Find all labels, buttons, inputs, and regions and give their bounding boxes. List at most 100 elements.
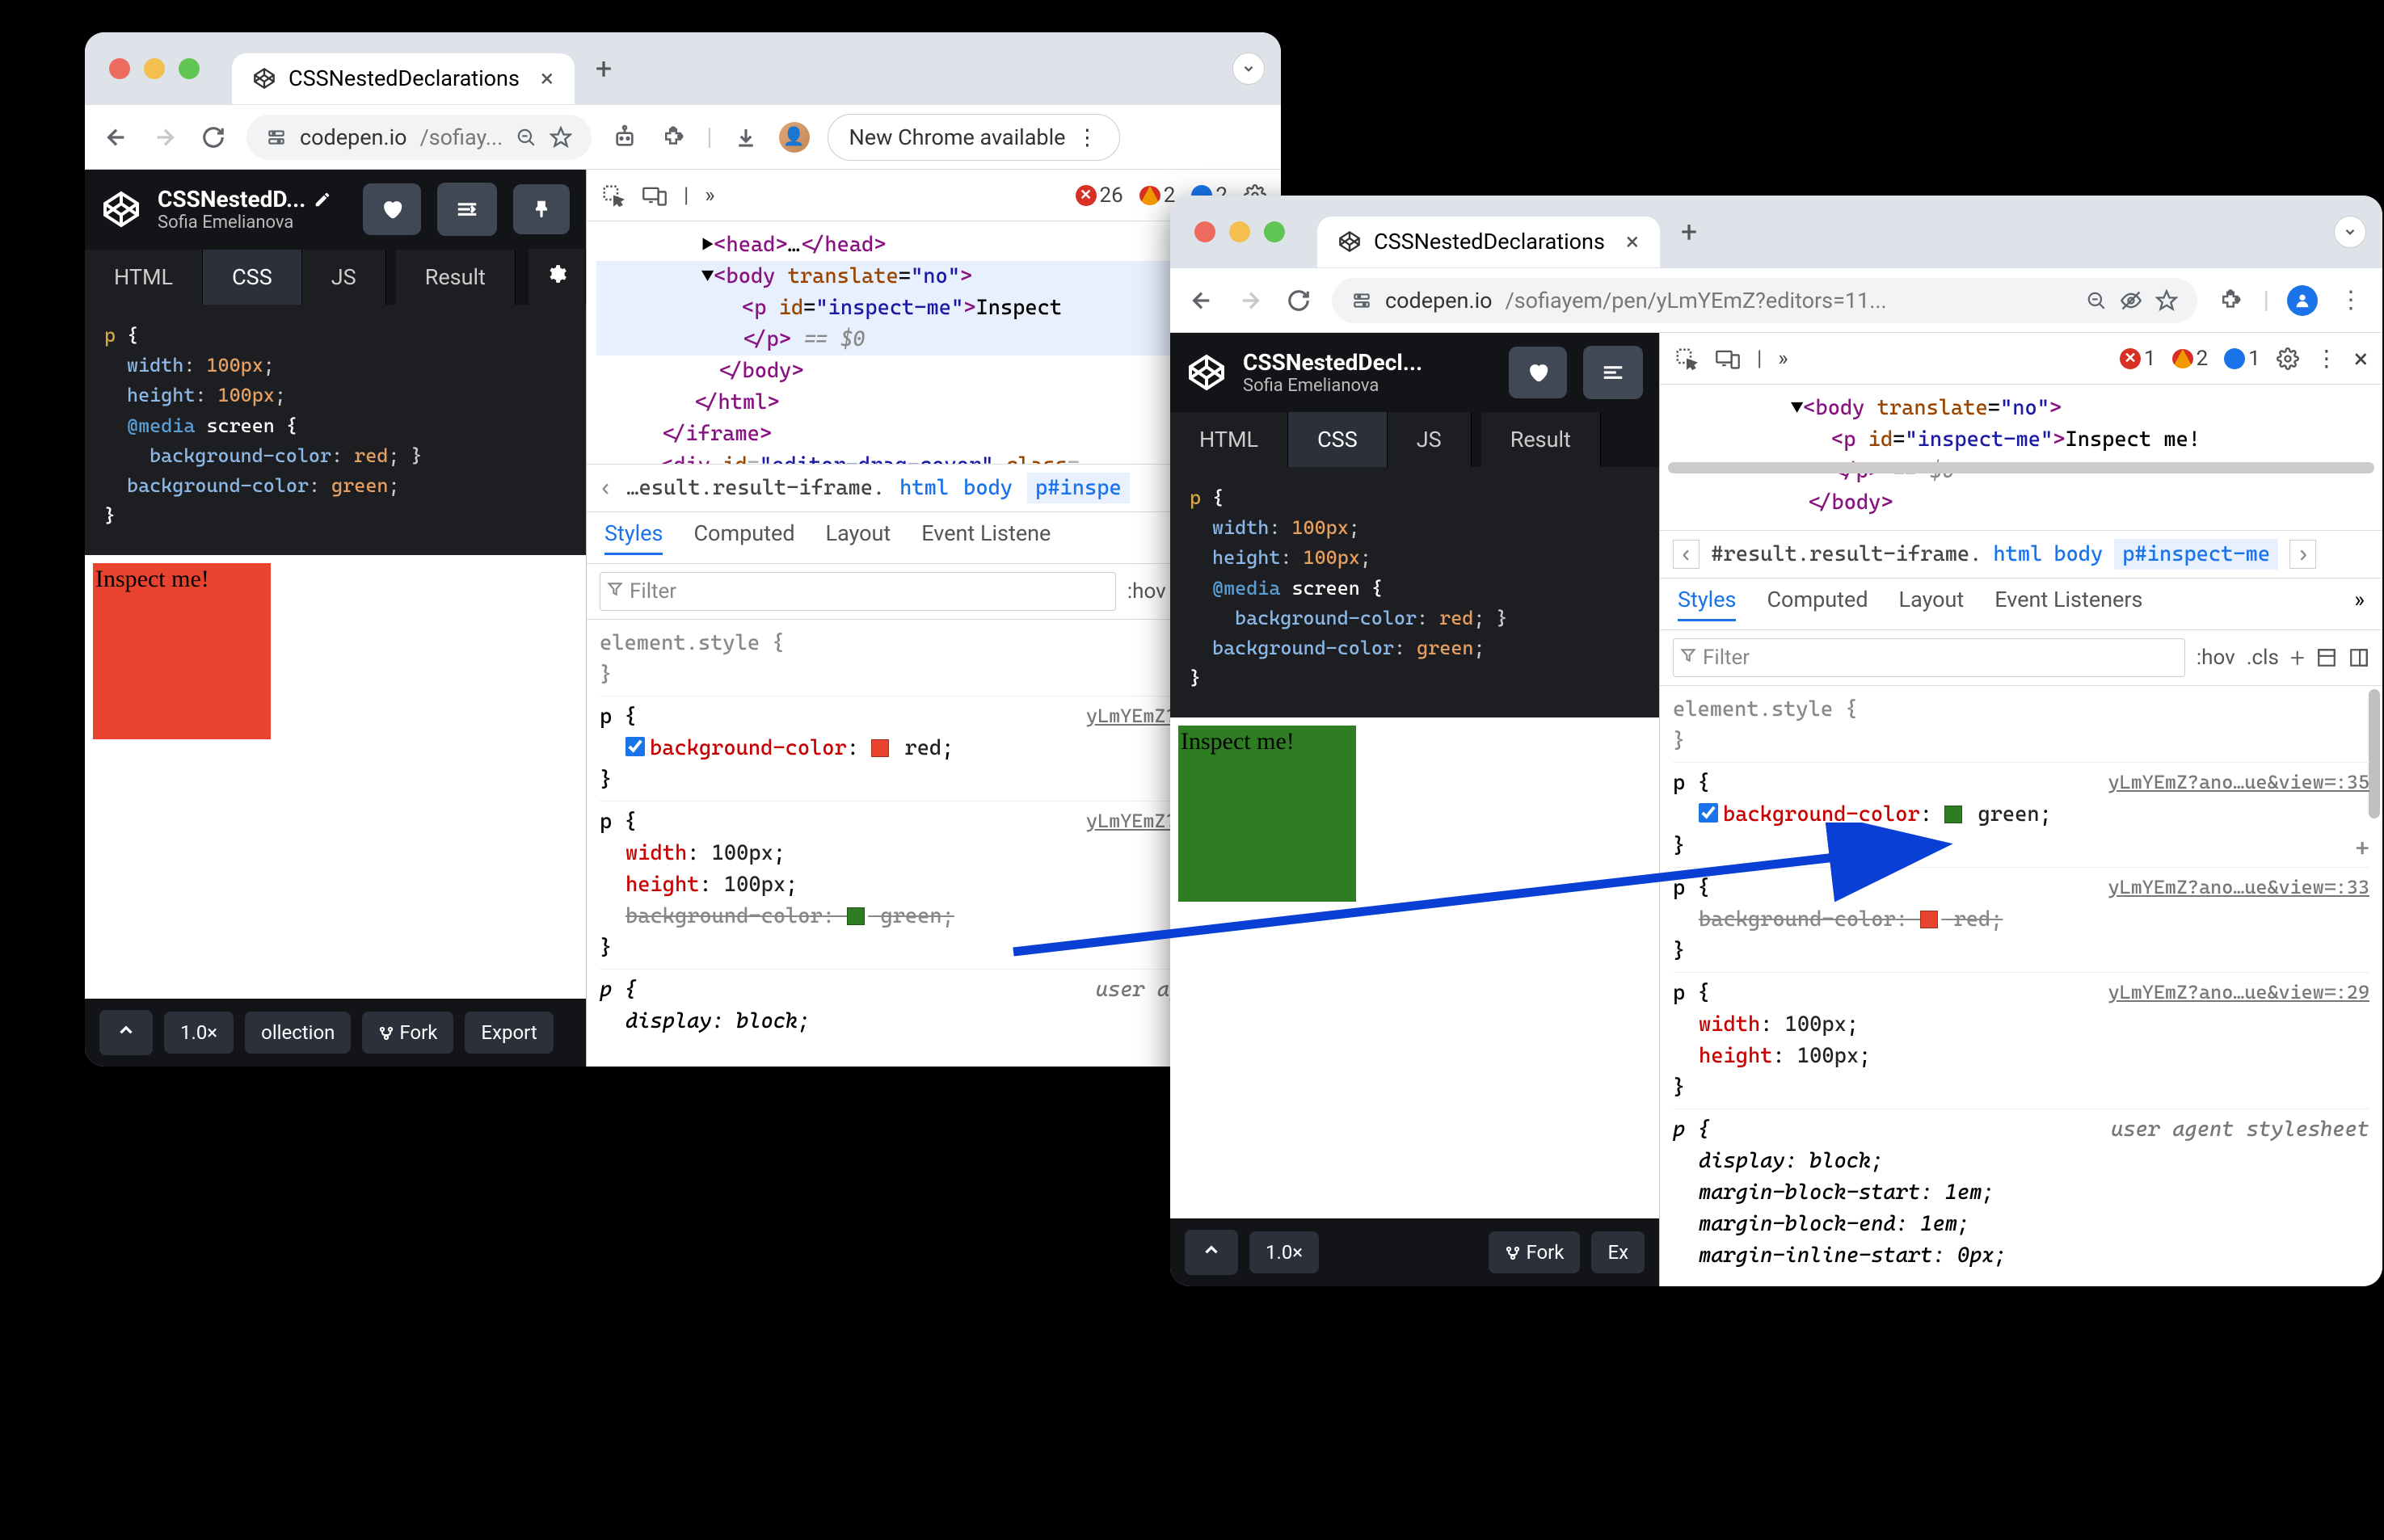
incognito-eye-icon[interactable] <box>2120 289 2142 312</box>
styles-panel[interactable]: element.style {} yLmYEmZ?ano…ue&view=:35… <box>1660 686 2382 1285</box>
bookmark-star-icon[interactable] <box>2155 289 2178 312</box>
rule-source[interactable]: yLmYEmZ?ano…ue&view=:35 <box>2108 768 2369 797</box>
flexbox-icon[interactable] <box>2348 647 2369 668</box>
more-tabs-icon[interactable]: » <box>1778 347 1788 371</box>
warning-count[interactable]: 2 <box>1139 183 1176 208</box>
tab-js[interactable]: JS <box>1388 412 1472 467</box>
tab-css[interactable]: CSS <box>1288 412 1388 467</box>
tab-settings-icon[interactable] <box>529 249 586 305</box>
update-chrome-button[interactable]: New Chrome available ⋮ <box>828 114 1120 161</box>
close-tab-icon[interactable]: × <box>1626 228 1639 256</box>
more-tabs-icon[interactable]: » <box>705 183 714 208</box>
zoom-icon[interactable] <box>516 127 537 148</box>
hov-toggle[interactable]: :hov <box>2197 646 2235 670</box>
inspect-element-icon[interactable] <box>1674 347 1699 371</box>
add-prop-icon[interactable]: + <box>2355 831 2369 867</box>
forward-button[interactable] <box>1235 285 1266 316</box>
extensions-puzzle-icon[interactable] <box>658 122 689 153</box>
inspect-element-red[interactable]: Inspect me! <box>93 563 271 739</box>
color-swatch-icon[interactable] <box>1944 806 1962 823</box>
codepen-logo-icon[interactable] <box>101 189 141 229</box>
codepen-logo-icon[interactable] <box>1186 352 1227 393</box>
info-count[interactable]: 1 <box>2224 347 2260 371</box>
maximize-window-icon[interactable] <box>179 58 200 79</box>
zoom-level[interactable]: 1.0× <box>1249 1231 1319 1273</box>
expand-tabs-button[interactable] <box>2334 216 2366 248</box>
property-checkbox[interactable] <box>1699 803 1718 823</box>
tab-result[interactable]: Result <box>1481 412 1601 467</box>
breadcrumb-item-selected[interactable]: p#inspe <box>1027 473 1130 503</box>
pin-button[interactable] <box>513 184 570 234</box>
zoom-icon[interactable] <box>2086 290 2107 311</box>
device-toggle-icon[interactable] <box>1715 347 1741 371</box>
profile-avatar[interactable] <box>2287 285 2318 316</box>
breadcrumb-item[interactable]: body <box>963 476 1013 500</box>
heart-button[interactable] <box>1509 347 1567 398</box>
address-bar[interactable]: codepen.io/sofiayem/pen/yLmYEmZ?editors=… <box>1332 278 2197 323</box>
breadcrumb-item[interactable]: …esult.result-iframe. <box>626 476 885 500</box>
extensions-puzzle-icon[interactable] <box>2215 285 2246 316</box>
reload-button[interactable] <box>1283 285 1314 316</box>
back-button[interactable] <box>101 122 132 153</box>
tab-css[interactable]: CSS <box>203 250 302 305</box>
inspect-element-icon[interactable] <box>601 183 625 208</box>
zoom-level[interactable]: 1.0× <box>164 1012 234 1054</box>
filter-input[interactable]: Filter <box>1673 638 2185 677</box>
tab-html[interactable]: HTML <box>1170 412 1288 467</box>
rule-source[interactable]: yLmYEmZ?ano…ue&view=:33 <box>2108 873 2369 902</box>
back-button[interactable] <box>1186 285 1217 316</box>
breadcrumb-item[interactable]: #result.result-iframe. <box>1711 542 1982 566</box>
rule-source[interactable]: yLmYEmZ?ano…ue&view=:29 <box>2108 978 2369 1007</box>
minimize-window-icon[interactable] <box>1229 221 1250 242</box>
new-tab-button[interactable]: + <box>1681 215 1697 249</box>
console-toggle-button[interactable] <box>1185 1230 1238 1275</box>
maximize-window-icon[interactable] <box>1264 221 1285 242</box>
cls-toggle[interactable]: .cls <box>2247 646 2279 670</box>
breadcrumb-left-button[interactable]: ‹ <box>1673 540 1700 569</box>
menu-dots-icon[interactable]: ⋮ <box>2336 285 2366 316</box>
layout-tab[interactable]: Layout <box>1899 587 1965 621</box>
fork-button[interactable]: Fork <box>362 1012 453 1054</box>
extension-robot-icon[interactable] <box>609 122 640 153</box>
view-button[interactable] <box>1583 346 1643 399</box>
filter-input[interactable]: Filter <box>600 572 1116 611</box>
computed-panel-icon[interactable] <box>2316 647 2337 668</box>
color-swatch-icon[interactable] <box>847 907 865 925</box>
export-button[interactable]: Export <box>465 1012 553 1054</box>
reload-button[interactable] <box>198 122 229 153</box>
minimize-window-icon[interactable] <box>144 58 165 79</box>
heart-button[interactable] <box>363 183 421 235</box>
computed-tab[interactable]: Computed <box>1767 587 1868 621</box>
breadcrumb-right-button[interactable]: › <box>2289 540 2316 569</box>
scrollbar-vertical[interactable] <box>2369 689 2380 818</box>
close-devtools-icon[interactable]: × <box>2354 343 2368 374</box>
error-count[interactable]: ✕ 26 <box>1076 183 1123 208</box>
tab-html[interactable]: HTML <box>85 250 203 305</box>
events-tab[interactable]: Event Listene <box>921 520 1051 555</box>
scrollbar-horizontal[interactable] <box>1668 462 2374 473</box>
new-rule-button[interactable]: + <box>2290 642 2305 673</box>
forward-button[interactable] <box>150 122 180 153</box>
bookmark-star-icon[interactable] <box>550 126 572 149</box>
computed-tab[interactable]: Computed <box>693 520 794 555</box>
tab-js[interactable]: JS <box>302 250 386 305</box>
color-swatch-icon[interactable] <box>1920 911 1938 928</box>
css-editor[interactable]: p { width: 100px; height: 100px; @media … <box>85 305 586 555</box>
close-window-icon[interactable] <box>1194 221 1215 242</box>
breadcrumb-item[interactable]: html <box>899 476 949 500</box>
expand-tabs-button[interactable] <box>1232 53 1265 85</box>
error-count[interactable]: ✕ 1 <box>2120 347 2156 371</box>
settings-gear-icon[interactable] <box>2277 347 2299 370</box>
fork-button[interactable]: Fork <box>1489 1231 1580 1273</box>
breadcrumb-item[interactable]: body <box>2053 542 2103 566</box>
dom-tree[interactable]: ▼<body translate="no"> <p id="inspect-me… <box>1660 385 2382 530</box>
console-toggle-button[interactable] <box>99 1010 153 1055</box>
property-checkbox[interactable] <box>625 737 645 756</box>
export-button[interactable]: Ex <box>1591 1231 1645 1273</box>
layout-tab[interactable]: Layout <box>826 520 891 555</box>
warning-count[interactable]: 2 <box>2172 347 2209 371</box>
downloads-icon[interactable] <box>731 122 761 153</box>
breadcrumb-item[interactable]: html <box>1993 542 2042 566</box>
inspect-element-green[interactable]: Inspect me! <box>1178 726 1356 902</box>
styles-tab[interactable]: Styles <box>1678 587 1736 621</box>
